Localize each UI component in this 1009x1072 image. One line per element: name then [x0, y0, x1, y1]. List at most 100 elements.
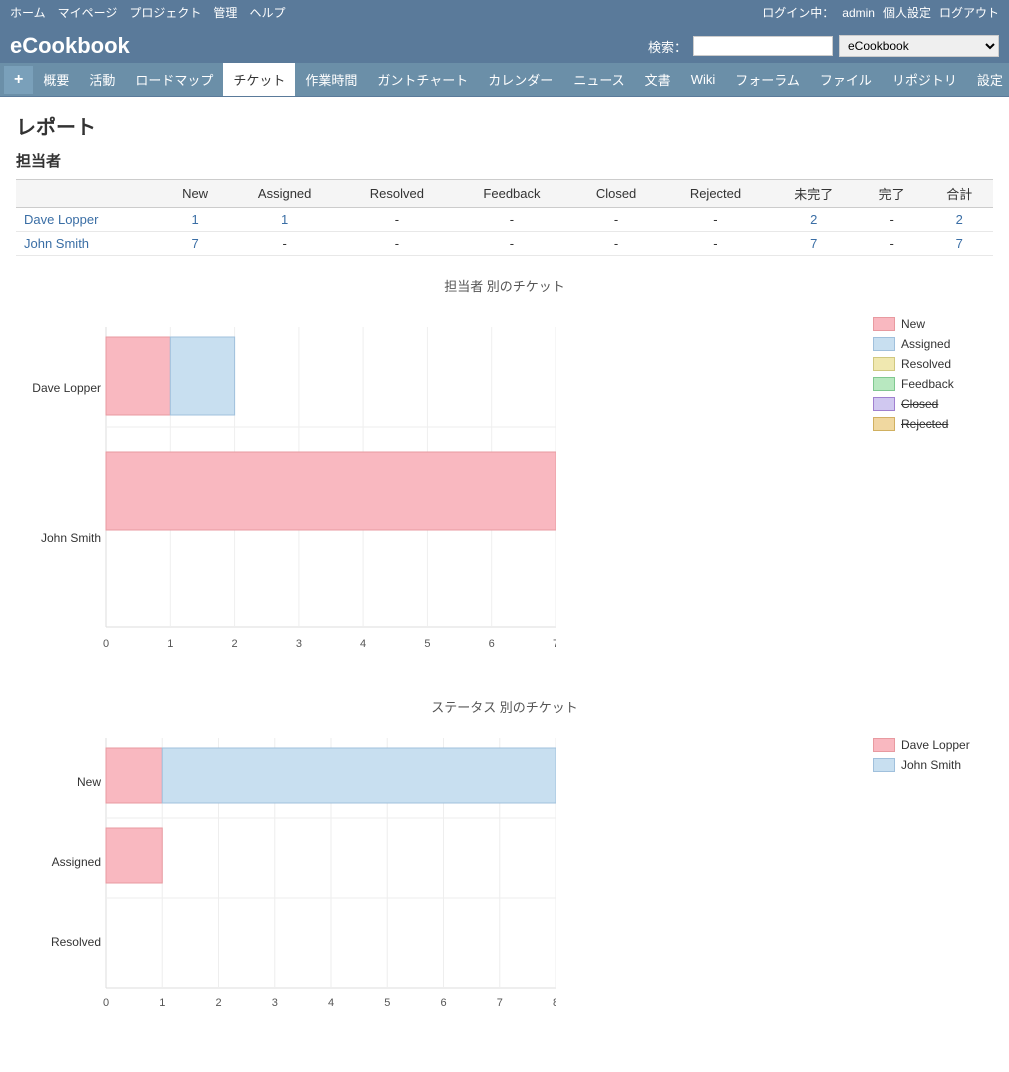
cell-assigned: 1 — [229, 208, 341, 232]
nav-calendar[interactable]: カレンダー — [478, 63, 563, 96]
svg-text:Resolved: Resolved — [51, 935, 101, 949]
svg-text:8: 8 — [553, 997, 556, 1009]
incomplete-count-link[interactable]: 2 — [810, 212, 817, 227]
nav-tickets[interactable]: チケット — [223, 63, 295, 96]
table-row: Dave Lopper 1 1 - - - - 2 - 2 — [16, 208, 993, 232]
nav-help[interactable]: ヘルプ — [249, 4, 285, 21]
nav-wiki[interactable]: Wiki — [681, 65, 726, 94]
svg-text:3: 3 — [296, 638, 302, 650]
new-count-link[interactable]: 7 — [191, 236, 198, 251]
legend-new-label: New — [901, 317, 925, 331]
chart2-new-john-bar — [162, 748, 556, 803]
chart1-bars: Dave Lopper John Smith 0 1 2 3 — [16, 307, 853, 667]
svg-text:0: 0 — [103, 638, 109, 650]
logo[interactable]: eCookbook — [10, 33, 130, 59]
col-feedback: Feedback — [453, 180, 570, 208]
chart1-svg: Dave Lopper John Smith 0 1 2 3 — [16, 307, 556, 667]
assignee-link[interactable]: John Smith — [24, 236, 89, 251]
svg-text:4: 4 — [360, 638, 366, 650]
header: eCookbook 検索： eCookbook — [0, 25, 1009, 63]
legend-closed-label: Closed — [901, 397, 938, 411]
svg-text:7: 7 — [497, 997, 503, 1009]
nav-gantt[interactable]: ガントチャート — [367, 63, 478, 96]
legend2-dave-label: Dave Lopper — [901, 738, 970, 752]
svg-text:4: 4 — [328, 997, 334, 1009]
legend-closed: Closed — [873, 397, 993, 411]
table-header-row: New Assigned Resolved Feedback Closed Re… — [16, 180, 993, 208]
cell-incomplete: 2 — [770, 208, 858, 232]
user-area: ログイン中： admin 個人設定 ログアウト — [762, 4, 999, 21]
nav-forum[interactable]: フォーラム — [725, 63, 810, 96]
cell-name: John Smith — [16, 232, 161, 256]
legend-assigned-label: Assigned — [901, 337, 950, 351]
cell-new: 7 — [161, 232, 229, 256]
cell-resolved: - — [340, 208, 453, 232]
top-bar: ホーム マイページ プロジェクト 管理 ヘルプ ログイン中： admin 個人設… — [0, 0, 1009, 25]
cell-closed: - — [571, 208, 662, 232]
svg-text:New: New — [77, 775, 101, 789]
new-count-link[interactable]: 1 — [191, 212, 198, 227]
chart2-legend: Dave Lopper John Smith — [873, 728, 993, 778]
col-name — [16, 180, 161, 208]
nav-news[interactable]: ニュース — [563, 63, 634, 96]
col-rejected: Rejected — [661, 180, 769, 208]
search-area: 検索： eCookbook — [648, 35, 999, 57]
chart1-dave-assigned-bar — [170, 337, 234, 415]
svg-text:0: 0 — [103, 997, 109, 1009]
svg-text:1: 1 — [159, 997, 165, 1009]
main-nav: + 概要 活動 ロードマップ チケット 作業時間 ガントチャート カレンダー ニ… — [0, 63, 1009, 97]
legend-resolved: Resolved — [873, 357, 993, 371]
svg-text:3: 3 — [272, 997, 278, 1009]
total-count-link[interactable]: 7 — [956, 236, 963, 251]
col-incomplete: 未完了 — [770, 180, 858, 208]
chart2-section: ステータス 別のチケット — [16, 697, 993, 1028]
legend-new: New — [873, 317, 993, 331]
svg-text:John Smith: John Smith — [41, 531, 101, 545]
nav-home[interactable]: ホーム — [10, 4, 46, 21]
total-count-link[interactable]: 2 — [956, 212, 963, 227]
nav-mypage[interactable]: マイページ — [58, 4, 118, 21]
add-button[interactable]: + — [4, 66, 33, 94]
svg-text:Assigned: Assigned — [52, 855, 101, 869]
chart2-bars: New Assigned Resolved 0 1 2 3 4 5 6 — [16, 728, 853, 1028]
nav-projects[interactable]: プロジェクト — [129, 4, 201, 21]
nav-repository[interactable]: リポジトリ — [882, 63, 967, 96]
login-label: ログイン中： — [762, 4, 834, 21]
nav-docs[interactable]: 文書 — [635, 63, 681, 96]
assignee-table: New Assigned Resolved Feedback Closed Re… — [16, 179, 993, 256]
col-resolved: Resolved — [340, 180, 453, 208]
nav-activity[interactable]: 活動 — [79, 63, 125, 96]
project-select[interactable]: eCookbook — [839, 35, 999, 57]
legend-assigned: Assigned — [873, 337, 993, 351]
nav-admin[interactable]: 管理 — [213, 4, 237, 21]
svg-text:6: 6 — [489, 638, 495, 650]
personal-settings-link[interactable]: 個人設定 — [883, 4, 931, 21]
assignee-link[interactable]: Dave Lopper — [24, 212, 98, 227]
legend-closed-color — [873, 397, 895, 411]
cell-complete: - — [858, 232, 926, 256]
cell-resolved: - — [340, 232, 453, 256]
logout-link[interactable]: ログアウト — [939, 4, 999, 21]
chart2-container: New Assigned Resolved 0 1 2 3 4 5 6 — [16, 728, 993, 1028]
chart1-container: Dave Lopper John Smith 0 1 2 3 — [16, 307, 993, 667]
incomplete-count-link[interactable]: 7 — [810, 236, 817, 251]
nav-summary[interactable]: 概要 — [33, 63, 79, 96]
chart1-legend: New Assigned Resolved Feedback Closed — [873, 307, 993, 437]
nav-files[interactable]: ファイル — [810, 63, 882, 96]
nav-settings[interactable]: 設定 — [967, 63, 1009, 96]
nav-worktime[interactable]: 作業時間 — [295, 63, 367, 96]
page-title: レポート — [16, 111, 993, 140]
search-label: 検索： — [648, 37, 687, 56]
legend-rejected-color — [873, 417, 895, 431]
nav-roadmap[interactable]: ロードマップ — [125, 63, 223, 96]
cell-incomplete: 7 — [770, 232, 858, 256]
svg-text:Dave Lopper: Dave Lopper — [32, 381, 101, 395]
assigned-count-link[interactable]: 1 — [281, 212, 288, 227]
username-link[interactable]: admin — [842, 6, 875, 20]
cell-feedback: - — [453, 232, 570, 256]
assignee-section-title: 担当者 — [16, 150, 993, 171]
search-input[interactable] — [693, 36, 833, 56]
cell-complete: - — [858, 208, 926, 232]
svg-text:5: 5 — [424, 638, 430, 650]
svg-text:7: 7 — [553, 638, 556, 650]
